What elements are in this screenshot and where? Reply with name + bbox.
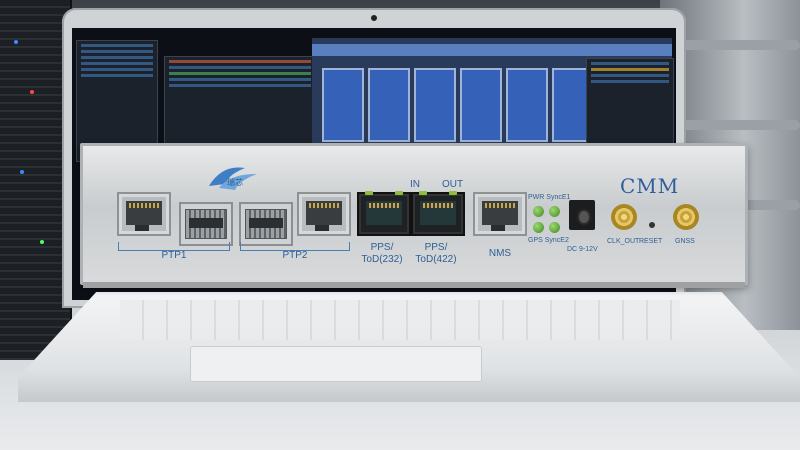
ptp1-sfp-port bbox=[179, 202, 233, 246]
nms-rj45-port bbox=[473, 192, 527, 236]
pps-tod-232-port bbox=[357, 191, 411, 236]
logo-text: 瑞芯 bbox=[227, 178, 243, 187]
gnss-label: GNSS bbox=[675, 238, 695, 245]
nms-label: NMS bbox=[488, 248, 512, 259]
clk-out-sma-connector bbox=[611, 204, 637, 230]
brand-name: CMM bbox=[620, 174, 680, 198]
gps-sync2-label: GPS SyncE2 bbox=[528, 237, 569, 244]
in-label: IN bbox=[410, 179, 420, 190]
keyboard bbox=[120, 300, 680, 340]
device-edge bbox=[83, 282, 745, 288]
ptp2-sfp-port bbox=[239, 202, 293, 246]
sync1-led bbox=[549, 206, 560, 217]
out-label: OUT bbox=[442, 179, 464, 190]
pps-tod-232-label: PPS/ ToD(232) bbox=[361, 242, 403, 265]
webcam-icon bbox=[371, 15, 377, 21]
clk-out-label: CLK_OUT bbox=[607, 238, 640, 245]
sync2-led bbox=[549, 222, 560, 233]
reset-label: RESET bbox=[639, 238, 663, 245]
company-logo: 瑞芯 bbox=[205, 162, 265, 199]
pps-tod-422-label: PPS/ ToD(422) bbox=[415, 242, 457, 265]
reset-button bbox=[649, 222, 655, 228]
pwr-sync1-label: PWR SyncE1 bbox=[528, 194, 571, 201]
gps-led bbox=[533, 222, 544, 233]
pwr-led bbox=[533, 206, 544, 217]
ptp1-label: PTP1 bbox=[161, 250, 187, 261]
ptp1-rj45-port bbox=[117, 192, 171, 236]
dc-label: DC 9-12V bbox=[567, 246, 598, 253]
trackpad bbox=[190, 346, 482, 382]
dc-power-jack bbox=[569, 200, 595, 230]
pps-tod-422-port bbox=[411, 191, 465, 236]
ptp2-rj45-port bbox=[297, 192, 351, 236]
ptp2-label: PTP2 bbox=[282, 250, 308, 261]
timing-device-front-panel: PTP1 PTP2 IN OUT PPS/ ToD(232) PPS/ ToD(… bbox=[80, 143, 748, 288]
gnss-sma-connector bbox=[673, 204, 699, 230]
